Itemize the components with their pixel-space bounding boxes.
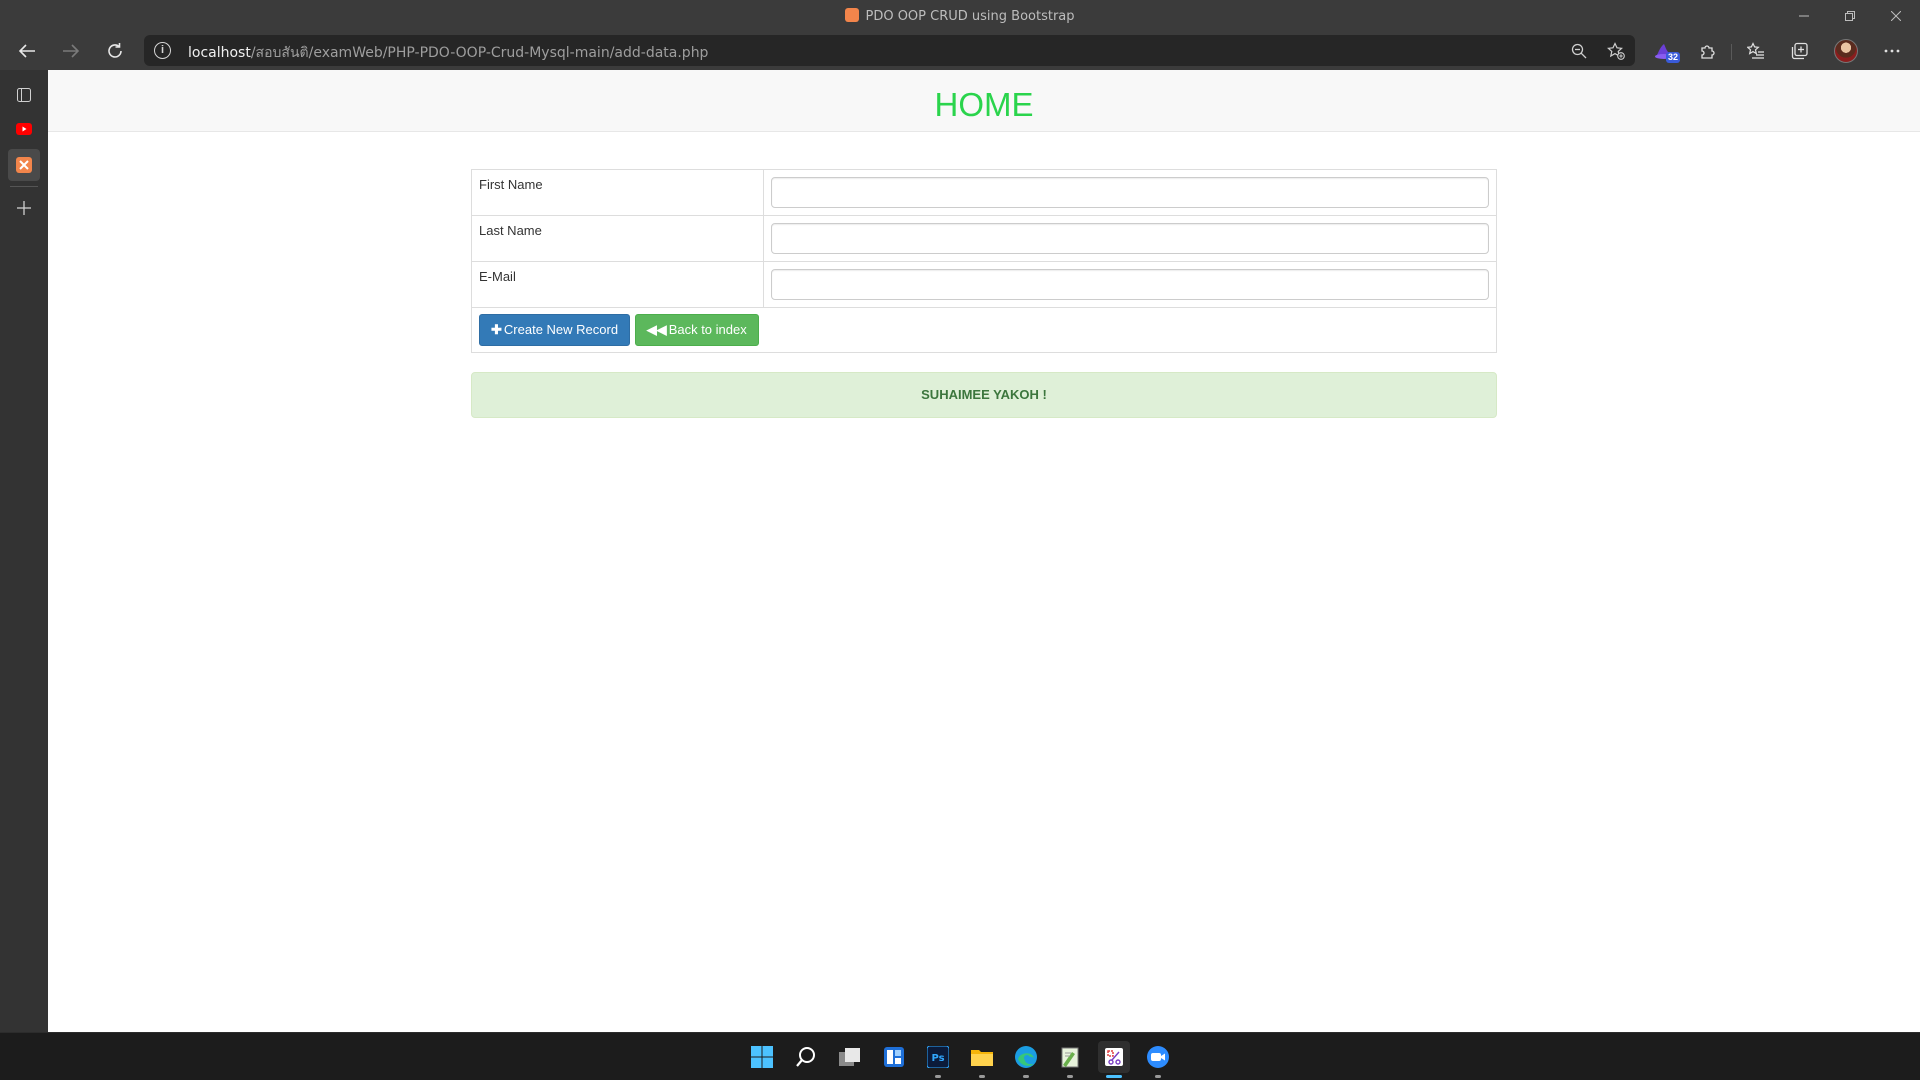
add-record-form: First Name Last Name E-Mail ✚ Create New … xyxy=(471,169,1497,418)
favorites-list-icon xyxy=(1747,42,1764,59)
url-path: /สอบสันติ/examWeb/PHP-PDO-OOP-Crud-Mysql… xyxy=(250,45,709,61)
extension-badge: 32 xyxy=(1665,52,1680,63)
extensions-button[interactable] xyxy=(1692,36,1724,66)
close-window-button[interactable] xyxy=(1873,0,1919,32)
zoom-icon xyxy=(1147,1046,1169,1068)
tab-actions-icon xyxy=(17,88,31,102)
more-dots-icon xyxy=(1884,49,1900,53)
tab-xampp-active[interactable] xyxy=(8,149,40,181)
page-navbar: HOME xyxy=(48,70,1920,132)
task-view-button[interactable] xyxy=(834,1041,866,1073)
success-alert: SUHAIMEE YAKOH ! xyxy=(471,372,1497,418)
new-tab-button[interactable] xyxy=(8,192,40,224)
window-titlebar: PDO OOP CRUD using Bootstrap xyxy=(0,0,1920,32)
arrow-right-icon xyxy=(63,44,80,58)
running-indicator xyxy=(1067,1075,1073,1078)
search-button[interactable] xyxy=(790,1041,822,1073)
plus-icon xyxy=(17,201,31,215)
arrow-left-icon xyxy=(18,44,35,58)
refresh-button[interactable] xyxy=(99,36,131,66)
form-row-actions: ✚ Create New Record ◀◀ Back to index xyxy=(471,307,1497,353)
minimize-button[interactable] xyxy=(1781,0,1827,32)
close-icon xyxy=(1891,11,1901,21)
restore-button[interactable] xyxy=(1827,0,1873,32)
alert-text: SUHAIMEE YAKOH ! xyxy=(921,387,1047,402)
vertical-tabs-sidebar xyxy=(0,70,48,1032)
create-record-label: Create New Record xyxy=(503,322,619,337)
photoshop-icon: Ps xyxy=(927,1046,949,1068)
running-indicator xyxy=(1155,1075,1161,1078)
collections-icon xyxy=(1791,42,1808,60)
widgets-icon xyxy=(884,1047,904,1067)
email-input[interactable] xyxy=(771,269,1489,300)
toolbar-divider xyxy=(1731,44,1732,60)
running-indicator xyxy=(1023,1075,1029,1078)
favorites-button[interactable] xyxy=(1740,36,1772,66)
minimize-icon xyxy=(1799,15,1809,17)
email-label: E-Mail xyxy=(471,261,764,308)
page-viewport: HOME First Name Last Name E-Mail ✚ Create… xyxy=(48,70,1920,1032)
site-info-icon[interactable]: i xyxy=(154,42,171,59)
window-title-text: PDO OOP CRUD using Bootstrap xyxy=(865,9,1075,24)
edge-icon xyxy=(1015,1046,1037,1068)
forward-button[interactable] xyxy=(55,36,87,66)
folder-icon xyxy=(971,1050,993,1066)
taskbar-edge[interactable] xyxy=(1010,1041,1042,1078)
tab-youtube[interactable] xyxy=(8,113,40,145)
plus-icon: ✚ xyxy=(491,322,502,337)
widgets-button[interactable] xyxy=(878,1041,910,1073)
extension-button[interactable]: 32 xyxy=(1648,36,1680,66)
first-name-input[interactable] xyxy=(771,177,1489,208)
taskbar-zoom[interactable] xyxy=(1142,1041,1174,1078)
notepad-plus-plus-icon xyxy=(1061,1047,1079,1068)
taskbar-snipping-tool[interactable] xyxy=(1098,1041,1130,1078)
add-favorite-icon[interactable] xyxy=(1604,40,1628,62)
url-text[interactable]: localhost/สอบสันติ/examWeb/PHP-PDO-OOP-C… xyxy=(188,42,708,64)
browser-toolbar: i localhost/สอบสันติ/examWeb/PHP-PDO-OOP… xyxy=(0,32,1920,70)
zoom-out-icon[interactable] xyxy=(1567,40,1591,62)
restore-icon xyxy=(1845,11,1855,21)
tab-actions-button[interactable] xyxy=(8,79,40,111)
first-name-label: First Name xyxy=(471,169,764,216)
backward-icon: ◀◀ xyxy=(646,322,667,337)
snipping-tool-icon xyxy=(1105,1048,1123,1066)
avatar xyxy=(1834,39,1858,63)
xampp-favicon-icon xyxy=(845,8,860,22)
create-record-button[interactable]: ✚ Create New Record xyxy=(479,314,631,346)
home-link[interactable]: HOME xyxy=(935,86,1034,124)
taskbar-notepad-plus[interactable] xyxy=(1054,1041,1086,1078)
form-row-first-name: First Name xyxy=(471,169,1497,216)
start-button[interactable] xyxy=(746,1041,778,1073)
running-indicator xyxy=(935,1075,941,1078)
refresh-icon xyxy=(108,43,122,58)
task-view-icon xyxy=(839,1048,860,1066)
sidebar-divider xyxy=(10,186,38,187)
svg-text:Ps: Ps xyxy=(931,1053,944,1064)
settings-more-button[interactable] xyxy=(1876,36,1908,66)
xampp-icon xyxy=(16,157,32,173)
form-row-email: E-Mail xyxy=(471,261,1497,308)
collections-button[interactable] xyxy=(1784,36,1816,66)
back-to-index-label: Back to index xyxy=(668,322,747,337)
window-title: PDO OOP CRUD using Bootstrap xyxy=(0,8,1920,24)
last-name-label: Last Name xyxy=(471,215,764,262)
url-host: localhost xyxy=(188,45,251,61)
active-indicator xyxy=(1106,1075,1122,1078)
last-name-input[interactable] xyxy=(771,223,1489,254)
search-icon xyxy=(796,1047,815,1067)
taskbar-photoshop[interactable]: Ps xyxy=(922,1041,954,1078)
running-indicator xyxy=(979,1075,985,1078)
puzzle-icon xyxy=(1701,45,1715,59)
form-table: First Name Last Name E-Mail ✚ Create New … xyxy=(471,169,1497,353)
form-row-last-name: Last Name xyxy=(471,215,1497,262)
back-button[interactable] xyxy=(11,36,43,66)
windows-taskbar: Ps xyxy=(0,1032,1920,1080)
youtube-icon xyxy=(16,123,32,135)
address-bar[interactable]: i localhost/สอบสันติ/examWeb/PHP-PDO-OOP… xyxy=(144,35,1635,66)
profile-button[interactable] xyxy=(1830,36,1862,66)
windows-logo-icon xyxy=(751,1046,773,1068)
back-to-index-button[interactable]: ◀◀ Back to index xyxy=(634,314,759,346)
taskbar-file-explorer[interactable] xyxy=(966,1041,998,1078)
